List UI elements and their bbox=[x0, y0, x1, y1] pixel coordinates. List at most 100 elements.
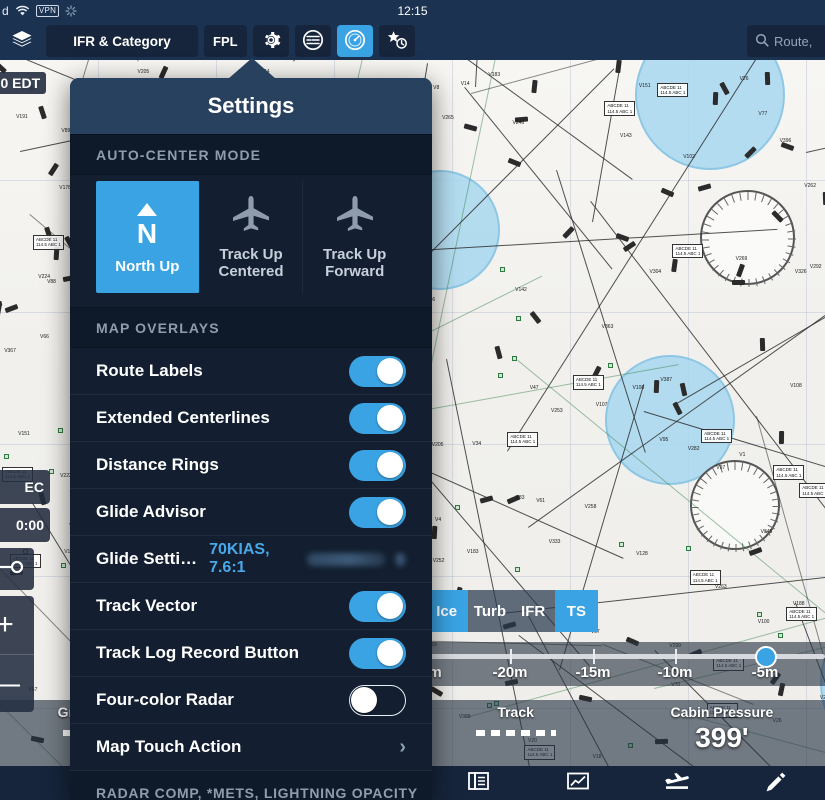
star-clock-icon bbox=[385, 29, 409, 54]
settings-row-track-vector[interactable]: Track Vector bbox=[70, 583, 432, 630]
wx-button-ts[interactable]: TS bbox=[554, 590, 598, 632]
weather-layer-strip: Ice Turb IFR TS bbox=[425, 590, 598, 632]
zoom-in-button[interactable]: + bbox=[0, 596, 34, 654]
auto-center-mode-label: North Up bbox=[115, 257, 180, 275]
settings-row-glide-setti[interactable]: Glide Setti… 70KIAS, 7.6:1 bbox=[70, 536, 432, 583]
settings-row-extended-centerlines[interactable]: Extended Centerlines bbox=[70, 395, 432, 442]
auto-center-mode-track-up-forward[interactable]: Track Up Forward bbox=[303, 181, 406, 293]
top-toolbar: IFR & Category FPL Route, bbox=[0, 22, 825, 60]
section-header-auto-center: AUTO-CENTER MODE bbox=[70, 134, 432, 175]
time-slider-label: -10m bbox=[657, 664, 693, 681]
tab-profile-chart[interactable] bbox=[529, 770, 628, 797]
auto-center-mode-track-up-centered[interactable]: Track Up Centered bbox=[200, 181, 304, 293]
time-slider-tick bbox=[510, 649, 512, 664]
auto-center-mode-label: Track Up Centered bbox=[218, 245, 284, 281]
map-overlays-list: Route Labels Extended Centerlines Distance… bbox=[70, 348, 432, 771]
tab-pencil[interactable] bbox=[726, 770, 825, 797]
time-slider-label: -15m bbox=[575, 664, 611, 681]
popover-title: Settings bbox=[70, 78, 432, 134]
time-slider-label: -20m bbox=[492, 664, 528, 681]
settings-row-four-color-radar[interactable]: Four-color Radar bbox=[70, 677, 432, 724]
airplane-icon bbox=[333, 193, 377, 240]
layers-icon bbox=[11, 30, 33, 53]
settings-toggle-four-color-radar[interactable] bbox=[349, 684, 406, 716]
toggle-knob bbox=[377, 358, 403, 384]
tab-plane-landing[interactable] bbox=[628, 770, 727, 797]
fpl-button[interactable]: FPL bbox=[204, 25, 247, 57]
data-cell-value: 399' bbox=[695, 722, 749, 753]
settings-row-label: Distance Rings bbox=[96, 455, 219, 474]
data-cell-cabin-pressure[interactable]: Cabin Pressure 399' bbox=[619, 700, 825, 755]
settings-row-track-log-record-button[interactable]: Track Log Record Button bbox=[70, 630, 432, 677]
scratchpad-icon bbox=[302, 29, 324, 54]
settings-row-map-touch-action[interactable]: Map Touch Action › bbox=[70, 724, 432, 771]
scratchpad-button[interactable] bbox=[294, 25, 331, 57]
documents-icon bbox=[467, 770, 491, 797]
data-cell-title: Cabin Pressure bbox=[670, 704, 774, 720]
search-icon bbox=[755, 33, 769, 50]
layers-button[interactable] bbox=[4, 25, 40, 57]
gauge-icon bbox=[344, 29, 366, 54]
settings-toggle-route-labels[interactable] bbox=[349, 355, 406, 387]
ifr-category-button[interactable]: IFR & Category bbox=[46, 25, 198, 57]
settings-toggle-distance-rings[interactable] bbox=[349, 449, 406, 481]
section-header-map-overlays: MAP OVERLAYS bbox=[70, 307, 432, 348]
search-placeholder-text: Route, bbox=[774, 33, 813, 49]
tab-documents[interactable] bbox=[430, 770, 529, 797]
redacted-region bbox=[395, 552, 406, 566]
data-cell-title: Track bbox=[497, 704, 534, 720]
redacted-region bbox=[307, 552, 386, 566]
toggle-knob bbox=[377, 405, 403, 431]
toggle-knob bbox=[377, 452, 403, 478]
settings-row-label: Track Vector bbox=[96, 596, 198, 615]
timer-label[interactable]: EC bbox=[0, 470, 50, 504]
data-cell-track[interactable]: Track bbox=[413, 700, 619, 741]
tab-bar-items bbox=[430, 766, 825, 800]
settings-toggle-extended-centerlines[interactable] bbox=[349, 402, 406, 434]
plane-landing-icon bbox=[663, 770, 691, 797]
settings-toggle-track-log-record-button[interactable] bbox=[349, 637, 406, 669]
route-button[interactable] bbox=[0, 548, 34, 590]
settings-toggle-glide-advisor[interactable] bbox=[349, 496, 406, 528]
settings-row-label: Extended Centerlines bbox=[96, 408, 270, 427]
status-clock: 12:15 bbox=[397, 4, 428, 18]
settings-toggle-track-vector[interactable] bbox=[349, 590, 406, 622]
wx-button-ifr[interactable]: IFR bbox=[511, 590, 555, 632]
svg-text:N: N bbox=[137, 218, 157, 247]
airplane-icon bbox=[229, 193, 273, 240]
time-slider-label: -5m bbox=[751, 664, 779, 681]
time-slider-tick bbox=[675, 649, 677, 664]
edt-time-chip: :10 EDT bbox=[0, 72, 47, 94]
toggle-knob bbox=[377, 499, 403, 525]
toggle-knob bbox=[377, 640, 403, 666]
data-cell-empty-dashes bbox=[475, 730, 556, 736]
wx-button-label: TS bbox=[566, 602, 586, 620]
settings-row-distance-rings[interactable]: Distance Rings bbox=[70, 442, 432, 489]
status-bar: d VPN 12:15 bbox=[0, 0, 825, 22]
app-root: ABCDE 11 114.5 ABC 1 ABCDE 11 114.5 ABC 1 AB… bbox=[0, 0, 825, 800]
auto-center-mode-north-up[interactable]: N North Up bbox=[96, 181, 200, 293]
instruments-button[interactable] bbox=[336, 25, 373, 57]
wx-button-label: Turb bbox=[473, 602, 506, 620]
search-input[interactable]: Route, bbox=[747, 25, 825, 57]
settings-row-route-labels[interactable]: Route Labels bbox=[70, 348, 432, 395]
wx-button-turb[interactable]: Turb bbox=[468, 590, 512, 632]
glide-settings-value: 70KIAS, 7.6:1 bbox=[209, 541, 270, 576]
north-up-icon: N bbox=[127, 199, 167, 252]
section-header-radar-opacity: RADAR COMP, *METS, LIGHTNING OPACITY bbox=[70, 771, 432, 800]
settings-row-label: Glide Setti… bbox=[96, 549, 198, 568]
settings-popover: Settings AUTO-CENTER MODE N North Up Track… bbox=[70, 78, 432, 800]
popover-arrow bbox=[228, 58, 276, 79]
timer-value[interactable]: 0:00 bbox=[0, 508, 50, 542]
gear-icon bbox=[261, 30, 281, 53]
time-slider[interactable]: m -20m -15m -10m -5m bbox=[425, 642, 825, 686]
settings-row-label: Glide Advisor bbox=[96, 502, 206, 521]
favorites-button[interactable] bbox=[378, 25, 415, 57]
settings-gear-button[interactable] bbox=[252, 25, 289, 57]
auto-center-mode-group: N North Up Track Up Centered Track Up Forward bbox=[70, 175, 432, 293]
settings-row-glide-advisor[interactable]: Glide Advisor bbox=[70, 489, 432, 536]
chevron-right-icon: › bbox=[399, 735, 406, 758]
settings-row-label: Track Log Record Button bbox=[96, 643, 300, 662]
wx-button-label: IFR bbox=[521, 602, 546, 620]
wx-button-label: Ice bbox=[436, 602, 458, 620]
